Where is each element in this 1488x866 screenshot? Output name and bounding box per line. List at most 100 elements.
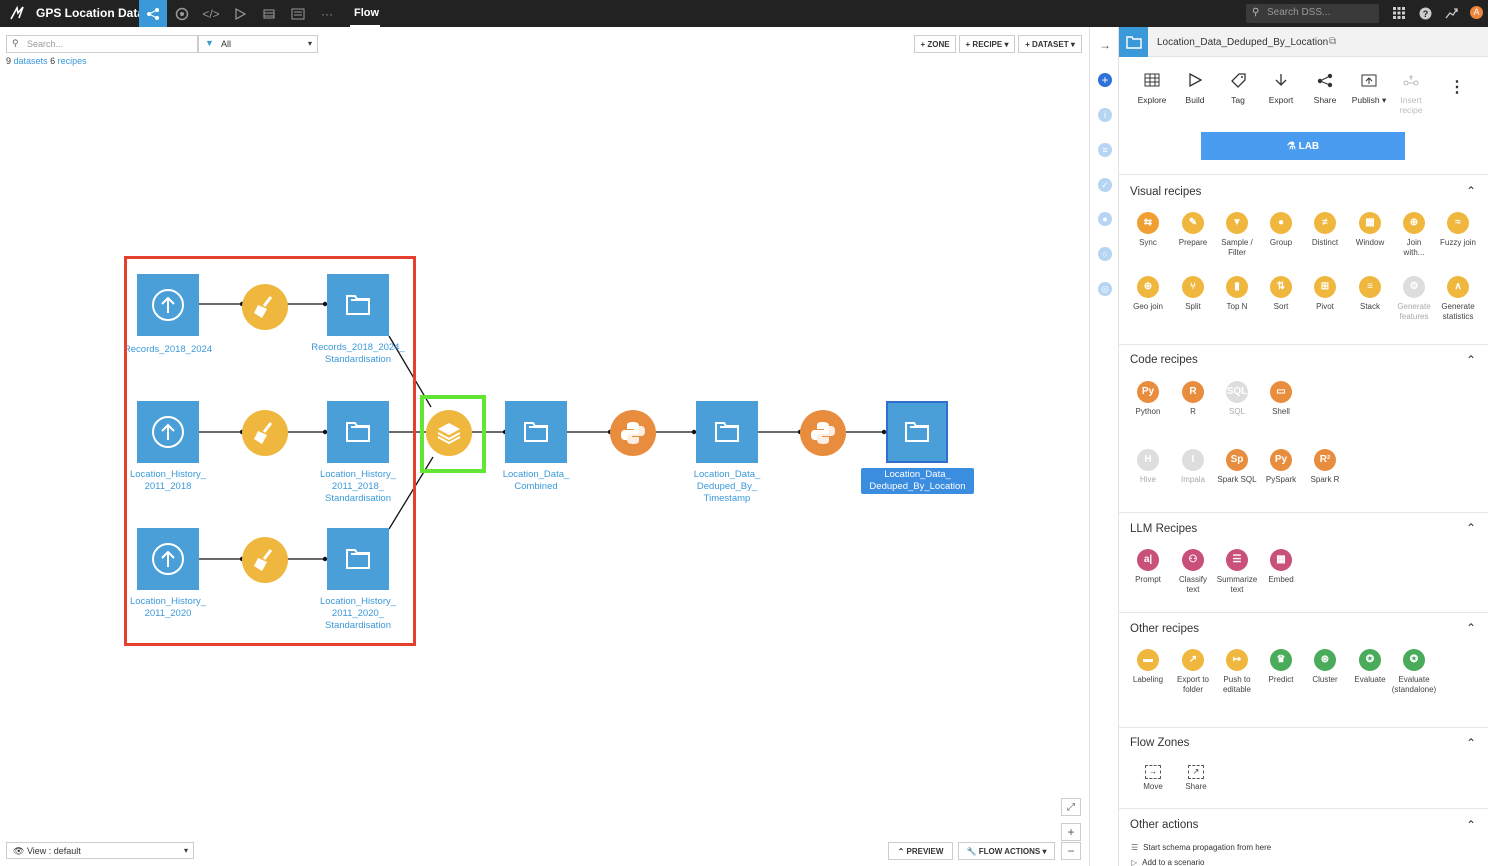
other-action-label: Add to a scenario xyxy=(1142,858,1205,866)
more-options-icon[interactable]: ⋮ xyxy=(1449,77,1465,97)
recipe-generate-features[interactable]: ⚙ Generate features xyxy=(1391,276,1437,322)
schema-icon[interactable]: ≡ xyxy=(1098,143,1112,157)
info-icon[interactable]: i xyxy=(1098,108,1112,122)
recipe-generate-statistics[interactable]: ∧ Generate statistics xyxy=(1435,276,1481,322)
help-icon[interactable]: ? xyxy=(1417,5,1433,21)
schema-propagation-action[interactable]: ☰ Start schema propagation from here xyxy=(1131,843,1271,852)
recipe-fuzzy-join[interactable]: ≈ Fuzzy join xyxy=(1435,212,1481,248)
recipe-sort[interactable]: ⇅ Sort xyxy=(1258,276,1304,312)
chevron-up-icon[interactable]: ⌃ xyxy=(1465,184,1477,198)
chevron-up-icon[interactable]: ⌃ xyxy=(1465,736,1477,750)
panel-title[interactable]: Location_Data_Deduped_By_Location xyxy=(1157,37,1328,48)
recipe-stack[interactable]: ≡ Stack xyxy=(1347,276,1393,312)
recipe-distinct[interactable]: ≠ Distinct xyxy=(1302,212,1348,248)
recipe-geo-join[interactable]: ⊕ Geo join xyxy=(1125,276,1171,312)
build-action[interactable]: Build xyxy=(1173,72,1217,105)
publish-action[interactable]: Publish ▾ xyxy=(1346,73,1392,105)
recipe-group[interactable]: ● Group xyxy=(1258,212,1304,248)
view-select[interactable]: 👁 View : default ▾ xyxy=(6,842,194,859)
recipe-sync[interactable]: ⇆ Sync xyxy=(1125,212,1171,248)
discussion-icon[interactable]: ● xyxy=(1098,212,1112,226)
recipe-join-with[interactable]: ⊕ Join with... xyxy=(1391,212,1437,258)
share-zone-button[interactable]: ↗ Share xyxy=(1173,765,1219,792)
wiki-nav-icon[interactable] xyxy=(284,0,312,27)
recipe-evaluate[interactable]: ✪ Evaluate xyxy=(1347,649,1393,685)
dataset-node[interactable] xyxy=(505,401,567,463)
lineage-icon[interactable]: ◎ xyxy=(1098,282,1112,296)
recipe-export-to-folder[interactable]: ↗ Export to folder xyxy=(1170,649,1216,695)
explore-action[interactable]: Explore xyxy=(1130,73,1174,105)
global-search-input[interactable]: ⚲ Search DSS... xyxy=(1246,4,1379,23)
collapse-arrow-icon[interactable]: → xyxy=(1098,38,1112,52)
recipe-python[interactable]: Py Python xyxy=(1125,381,1171,417)
insert-recipe-action[interactable]: Insert recipe xyxy=(1389,73,1433,115)
recipe-icon: ≈ xyxy=(1447,212,1469,234)
flow-actions-button[interactable]: 🔧 FLOW ACTIONS ▾ xyxy=(958,842,1055,860)
tag-action[interactable]: Tag xyxy=(1216,73,1260,105)
recipe-prepare[interactable]: ✎ Prepare xyxy=(1170,212,1216,248)
recipe-evaluate-standalone[interactable]: ✪ Evaluate (standalone) xyxy=(1391,649,1437,695)
checks-icon[interactable]: ✓ xyxy=(1098,178,1112,192)
lab-nav-icon[interactable] xyxy=(168,0,196,27)
dataset-node[interactable] xyxy=(696,401,758,463)
recipe-sql[interactable]: SQL SQL xyxy=(1214,381,1260,417)
recipe-cluster[interactable]: ⊛ Cluster xyxy=(1302,649,1348,685)
recipe-summarize-text[interactable]: ☰ Summarize text xyxy=(1214,549,1260,595)
flow-canvas[interactable]: ⚲ Search... ▼ All ▾ 9 datasets 6 recipes… xyxy=(0,27,1089,866)
recipe-push-to-editable[interactable]: ↦ Push to editable xyxy=(1214,649,1260,695)
project-name[interactable]: GPS Location Data xyxy=(36,6,144,20)
recipe-split[interactable]: ⑂ Split xyxy=(1170,276,1216,312)
recipe-spark-sql[interactable]: Sp Spark SQL xyxy=(1214,449,1260,485)
flow-nav-icon[interactable] xyxy=(139,0,167,27)
export-action[interactable]: Export xyxy=(1259,73,1303,105)
fit-screen-button[interactable]: ⤢ xyxy=(1061,798,1081,816)
chevron-up-icon[interactable]: ⌃ xyxy=(1465,353,1477,367)
dataset-node-selected[interactable] xyxy=(886,401,948,463)
recipe-classify-text[interactable]: ⚇ Classify text xyxy=(1170,549,1216,595)
activity-icon[interactable] xyxy=(1443,5,1459,21)
node-label-selected[interactable]: Location_Data_ Deduped_By_Location xyxy=(861,468,974,494)
lab-icon: ⚗ xyxy=(1286,140,1299,152)
recipe-embed[interactable]: ▦ Embed xyxy=(1258,549,1304,585)
code-nav-icon[interactable]: </> xyxy=(197,0,225,27)
recipe-pyspark[interactable]: Py PySpark xyxy=(1258,449,1304,485)
zoom-out-button[interactable]: − xyxy=(1061,842,1081,860)
copy-icon[interactable]: ⧉ xyxy=(1329,36,1336,47)
recipe-pivot[interactable]: ⊞ Pivot xyxy=(1302,276,1348,312)
recipe-predict[interactable]: ♛ Predict xyxy=(1258,649,1304,685)
add-to-scenario-action[interactable]: ▷ Add to a scenario xyxy=(1131,858,1204,866)
deploy-nav-icon[interactable] xyxy=(255,0,283,27)
recipe-r[interactable]: RR xyxy=(1170,381,1216,417)
recipe-shell[interactable]: ▭ Shell xyxy=(1258,381,1304,417)
recipe-labeling[interactable]: ▬ Labeling xyxy=(1125,649,1171,685)
node-label[interactable]: Location_Data_ Deduped_By_ Timestamp xyxy=(652,469,802,505)
python-recipe-node[interactable] xyxy=(800,410,846,456)
share-action[interactable]: Share xyxy=(1303,73,1347,105)
recipe-prompt[interactable]: a| Prompt xyxy=(1125,549,1171,585)
recipe-label: Evaluate xyxy=(1354,675,1386,684)
user-avatar[interactable]: A xyxy=(1470,6,1483,19)
recipe-window[interactable]: ▦ Window xyxy=(1347,212,1393,248)
chevron-up-icon[interactable]: ⌃ xyxy=(1465,621,1477,635)
recipe-sample-filter[interactable]: ▼ Sample / Filter xyxy=(1214,212,1260,258)
add-icon[interactable]: + xyxy=(1098,73,1112,87)
recipe-label: Evaluate (standalone) xyxy=(1391,675,1437,694)
move-zone-button[interactable]: → Move xyxy=(1130,765,1176,792)
recipe-impala[interactable]: I Impala xyxy=(1170,449,1216,485)
python-recipe-node[interactable] xyxy=(610,410,656,456)
recipe-spark-r[interactable]: R² Spark R xyxy=(1302,449,1348,485)
preview-button[interactable]: ⌃ PREVIEW xyxy=(888,842,953,860)
zoom-in-button[interactable]: + xyxy=(1061,823,1081,841)
more-nav-icon[interactable]: ··· xyxy=(313,0,341,27)
recipe-hive[interactable]: H Hive xyxy=(1125,449,1171,485)
lab-button[interactable]: ⚗ LAB xyxy=(1201,132,1405,160)
apps-grid-icon[interactable] xyxy=(1391,5,1407,21)
chevron-up-icon[interactable]: ⌃ xyxy=(1465,818,1477,832)
timeline-icon[interactable]: ○ xyxy=(1098,247,1112,261)
code-recipes-heading: Code recipes xyxy=(1130,354,1198,366)
recipe-top-n[interactable]: ▮ Top N xyxy=(1214,276,1260,312)
panel-header: Location_Data_Deduped_By_Location ⧉ xyxy=(1119,27,1488,57)
dataiku-logo-icon[interactable] xyxy=(9,5,25,21)
run-nav-icon[interactable] xyxy=(226,0,254,27)
chevron-up-icon[interactable]: ⌃ xyxy=(1465,521,1477,535)
